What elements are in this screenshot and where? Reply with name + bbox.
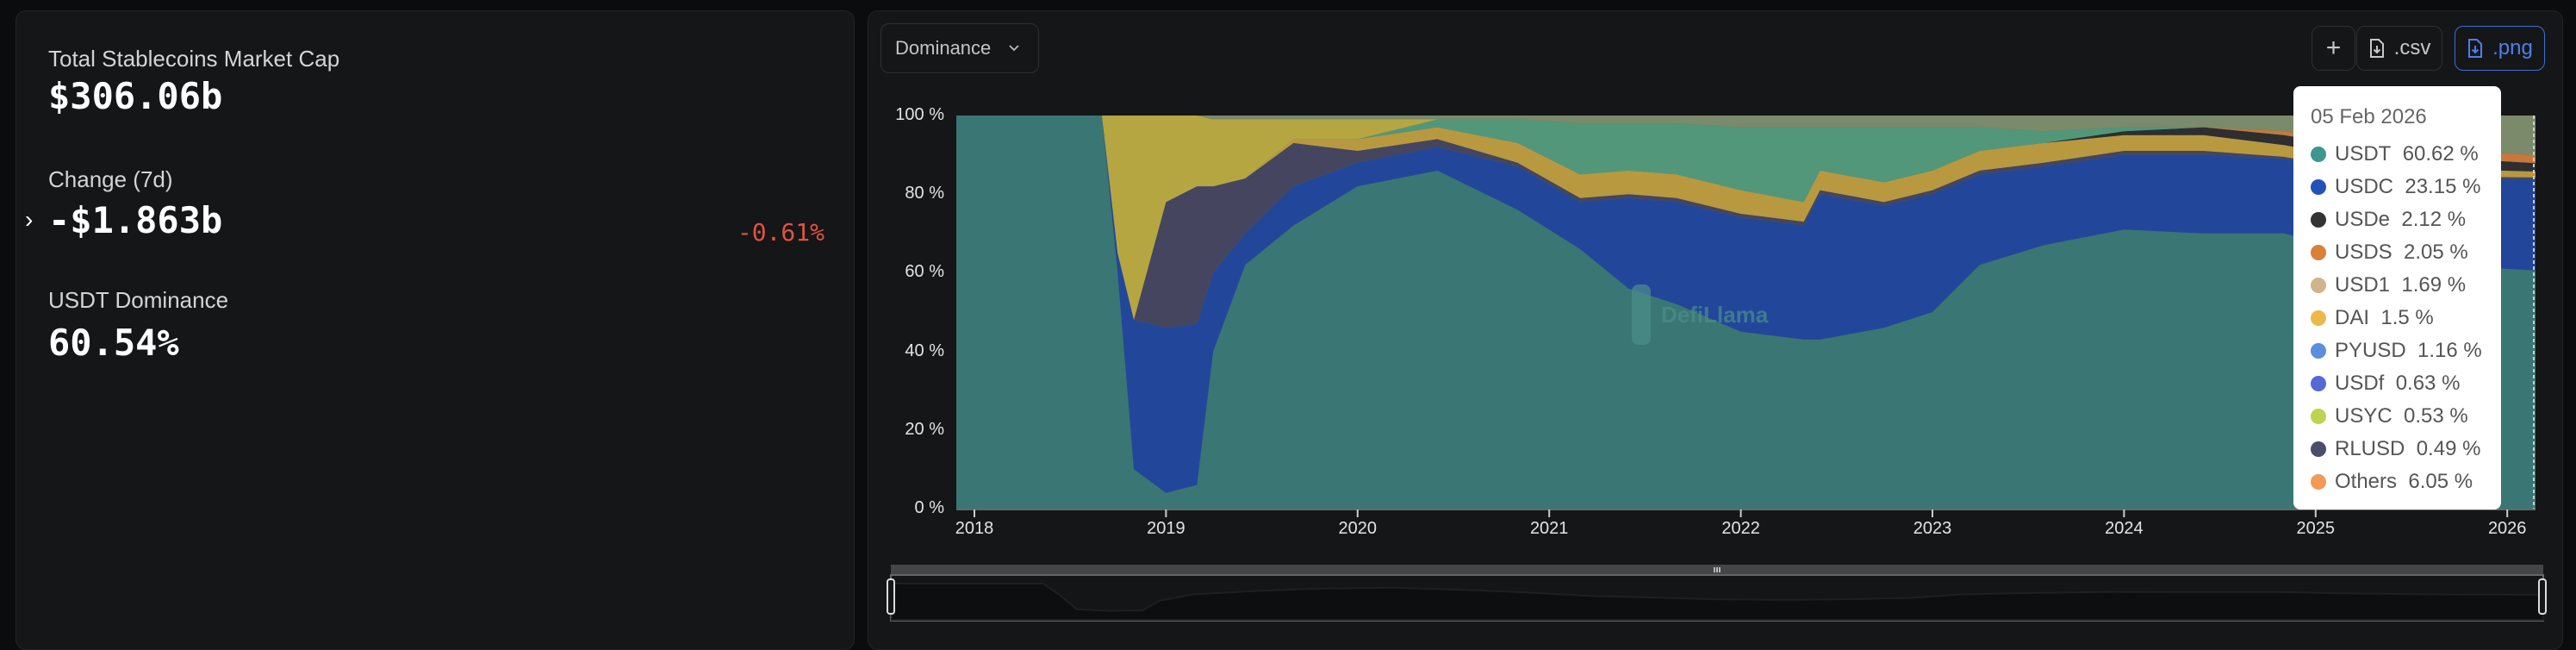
tooltip-row: USDf 0.63 % — [2311, 367, 2501, 400]
y-tick-label: 80 % — [905, 184, 944, 203]
llama-logo-icon — [1632, 284, 1651, 345]
x-tick-label: 2025 — [2296, 519, 2336, 538]
tooltip-series-value: 6.05 % — [2408, 470, 2473, 493]
tooltip-series-value: 0.53 % — [2404, 404, 2468, 428]
legend-dot-icon — [2311, 278, 2326, 293]
tooltip-series-name: RLUSD — [2335, 437, 2405, 460]
tooltip-series-value: 0.49 % — [2416, 437, 2481, 460]
tooltip-row: USYC 0.53 % — [2311, 400, 2501, 433]
tooltip-row: USDC 23.15 % — [2311, 171, 2501, 203]
slider-handle-right[interactable] — [2538, 578, 2547, 615]
tooltip-row: Others 6.05 % — [2311, 466, 2501, 498]
y-tick-label: 20 % — [905, 419, 944, 439]
tooltip-series-value: 60.62 % — [2402, 142, 2479, 166]
tooltip-series-value: 1.69 % — [2401, 273, 2467, 297]
legend-dot-icon — [2311, 409, 2326, 424]
legend-dot-icon — [2311, 179, 2326, 195]
tooltip-date: 05 Feb 2026 — [2311, 105, 2427, 128]
tooltip-series-value: 1.5 % — [2380, 306, 2434, 329]
tooltip-series-value: 0.63 % — [2395, 372, 2461, 395]
tooltip-series-value: 1.16 % — [2417, 339, 2482, 362]
legend-dot-icon — [2311, 474, 2326, 490]
x-tick-label: 2023 — [1913, 519, 1952, 538]
x-tick-label: 2022 — [1721, 519, 1760, 538]
tooltip-series-name: USYC — [2335, 404, 2392, 428]
tooltip-series-name: USDT — [2335, 142, 2392, 166]
tooltip-row: USD1 1.69 % — [2311, 269, 2501, 302]
legend-dot-icon — [2311, 376, 2326, 391]
defillama-watermark: DefiLlama — [1628, 284, 1768, 345]
y-tick-label: 100 % — [895, 105, 944, 124]
dominance-chart[interactable] — [0, 0, 2576, 633]
x-tick-label: 2019 — [1147, 519, 1185, 538]
tooltip-series-value: 23.15 % — [2405, 175, 2481, 198]
y-tick-label: 60 % — [905, 262, 944, 282]
watermark-text: DefiLlama — [1661, 301, 1769, 328]
tooltip-row: PYUSD 1.16 % — [2311, 334, 2501, 367]
x-tick-label: 2018 — [955, 519, 994, 538]
tooltip-series-name: Others — [2335, 470, 2398, 493]
tooltip-row: RLUSD 0.49 % — [2311, 433, 2501, 466]
y-tick-label: 0 % — [914, 498, 944, 517]
legend-dot-icon — [2311, 310, 2326, 326]
y-tick-label: 40 % — [905, 341, 944, 360]
tooltip-series-name: PYUSD — [2335, 339, 2406, 362]
legend-dot-icon — [2311, 343, 2326, 359]
tooltip-series-name: USD1 — [2335, 273, 2391, 297]
x-tick-label: 2021 — [1529, 519, 1569, 538]
tooltip-row: USDT 60.62 % — [2311, 138, 2501, 171]
tooltip-row: USDe 2.12 % — [2311, 203, 2501, 236]
tooltip-row: DAI 1.5 % — [2311, 302, 2501, 334]
tooltip-series-name: USDf — [2335, 372, 2385, 395]
x-tick-label: 2020 — [1338, 519, 1378, 538]
x-tick-label: 2026 — [2487, 519, 2527, 538]
tooltip-series-name: USDe — [2335, 208, 2391, 231]
x-tick-label: 2024 — [2105, 519, 2144, 538]
tooltip-series-value: 2.05 % — [2404, 241, 2468, 264]
tooltip-series-name: USDS — [2335, 241, 2392, 264]
tooltip-series-name: DAI — [2335, 306, 2370, 329]
legend-dot-icon — [2311, 441, 2326, 457]
chart-tooltip: 05 Feb 2026 USDT 60.62 % USDC 23.15 % USDe… — [2293, 86, 2501, 509]
legend-dot-icon — [2311, 245, 2326, 260]
tooltip-row: USDS 2.05 % — [2311, 236, 2501, 269]
slider-handle-left[interactable] — [887, 578, 895, 615]
legend-dot-icon — [2311, 147, 2326, 162]
tooltip-series-name: USDC — [2335, 175, 2394, 198]
legend-dot-icon — [2311, 212, 2326, 228]
tooltip-series-value: 2.12 % — [2401, 208, 2467, 231]
